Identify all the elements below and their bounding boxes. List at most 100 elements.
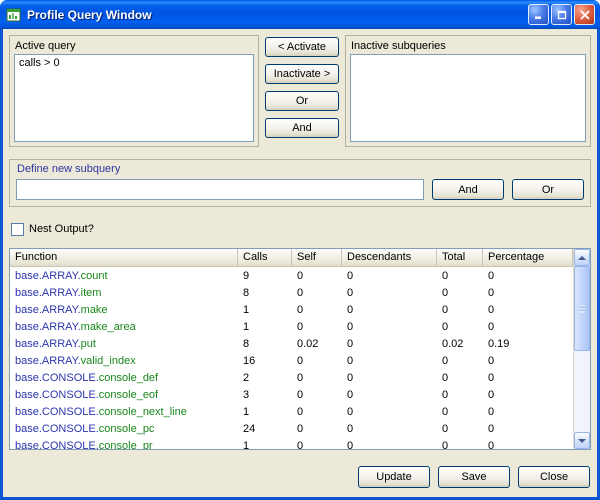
function-cluster: base. bbox=[15, 338, 42, 350]
footer-buttons: Update Save Close bbox=[9, 466, 591, 488]
table-row[interactable]: base.CONSOLE.console_next_line10000 bbox=[10, 403, 573, 420]
cell-calls: 1 bbox=[238, 406, 292, 418]
active-query-list[interactable]: calls > 0 bbox=[14, 54, 254, 142]
maximize-button[interactable] bbox=[551, 4, 572, 25]
subquery-or-button[interactable]: Or bbox=[512, 179, 584, 200]
table-row[interactable]: base.ARRAY.valid_index160000 bbox=[10, 352, 573, 369]
function-class: CONSOLE. bbox=[42, 440, 99, 450]
function-cluster: base. bbox=[15, 423, 42, 435]
update-button[interactable]: Update bbox=[358, 466, 430, 488]
active-query-label: Active query bbox=[14, 39, 254, 54]
cell-calls: 24 bbox=[238, 423, 292, 435]
activate-button[interactable]: < Activate bbox=[265, 37, 339, 57]
cell-self: 0 bbox=[292, 287, 342, 299]
table-row[interactable]: base.ARRAY.item80000 bbox=[10, 284, 573, 301]
close-button[interactable] bbox=[574, 4, 595, 25]
cell-total: 0 bbox=[437, 423, 483, 435]
cell-percentage: 0 bbox=[483, 406, 573, 418]
cell-calls: 16 bbox=[238, 355, 292, 367]
function-feature: console_next_line bbox=[99, 406, 187, 418]
table-row[interactable]: base.CONSOLE.console_eof30000 bbox=[10, 386, 573, 403]
cell-total: 0.02 bbox=[437, 338, 483, 350]
cell-total: 0 bbox=[437, 321, 483, 333]
cell-total: 0 bbox=[437, 372, 483, 384]
function-cluster: base. bbox=[15, 321, 42, 333]
cell-calls: 2 bbox=[238, 372, 292, 384]
cell-descendants: 0 bbox=[342, 321, 437, 333]
define-subquery-row: And Or bbox=[16, 179, 584, 200]
cell-descendants: 0 bbox=[342, 355, 437, 367]
scroll-down-button[interactable] bbox=[574, 432, 590, 449]
subquery-and-button[interactable]: And bbox=[432, 179, 504, 200]
subquery-input[interactable] bbox=[16, 179, 424, 200]
profile-query-window: Profile Query Window Active query bbox=[0, 0, 600, 500]
table-columns-area: FunctionCallsSelfDescendantsTotalPercent… bbox=[10, 249, 573, 449]
function-class: CONSOLE. bbox=[42, 389, 99, 401]
transfer-buttons: < Activate Inactivate > Or And bbox=[259, 35, 345, 147]
inactive-subqueries-list[interactable] bbox=[350, 54, 586, 142]
header-cell-total[interactable]: Total bbox=[437, 249, 483, 267]
results-table: FunctionCallsSelfDescendantsTotalPercent… bbox=[9, 248, 591, 450]
scroll-up-button[interactable] bbox=[574, 249, 590, 266]
function-cluster: base. bbox=[15, 355, 42, 367]
minimize-button[interactable] bbox=[528, 4, 549, 25]
cell-function: base.CONSOLE.console_pr bbox=[10, 440, 238, 450]
table-row[interactable]: base.ARRAY.make_area10000 bbox=[10, 318, 573, 335]
function-cluster: base. bbox=[15, 406, 42, 418]
function-class: ARRAY. bbox=[42, 270, 81, 282]
client-area: Active query calls > 0 < Activate Inacti… bbox=[3, 29, 597, 497]
table-row[interactable]: base.CONSOLE.console_pr10000 bbox=[10, 437, 573, 449]
arrow-down-icon bbox=[578, 439, 586, 443]
function-feature: item bbox=[81, 287, 102, 299]
function-class: CONSOLE. bbox=[42, 423, 99, 435]
or-button[interactable]: Or bbox=[265, 91, 339, 111]
function-cluster: base. bbox=[15, 440, 42, 450]
cell-percentage: 0 bbox=[483, 321, 573, 333]
titlebar[interactable]: Profile Query Window bbox=[0, 0, 600, 29]
active-query-group: Active query calls > 0 bbox=[9, 35, 259, 147]
cell-percentage: 0 bbox=[483, 304, 573, 316]
function-cluster: base. bbox=[15, 270, 42, 282]
function-class: CONSOLE. bbox=[42, 372, 99, 384]
close-dialog-button[interactable]: Close bbox=[518, 466, 590, 488]
table-row[interactable]: base.CONSOLE.console_pc240000 bbox=[10, 420, 573, 437]
header-cell-self[interactable]: Self bbox=[292, 249, 342, 267]
function-feature: put bbox=[81, 338, 96, 350]
scroll-thumb[interactable] bbox=[574, 266, 590, 351]
function-cluster: base. bbox=[15, 389, 42, 401]
table-row[interactable]: base.ARRAY.make10000 bbox=[10, 301, 573, 318]
header-cell-calls[interactable]: Calls bbox=[238, 249, 292, 267]
header-cell-percentage[interactable]: Percentage bbox=[483, 249, 573, 267]
query-item[interactable]: calls > 0 bbox=[19, 57, 249, 71]
function-feature: count bbox=[81, 270, 108, 282]
cell-descendants: 0 bbox=[342, 304, 437, 316]
cell-percentage: 0 bbox=[483, 287, 573, 299]
cell-self: 0 bbox=[292, 304, 342, 316]
table-row[interactable]: base.CONSOLE.console_def20000 bbox=[10, 369, 573, 386]
save-button[interactable]: Save bbox=[438, 466, 510, 488]
function-feature: console_pc bbox=[99, 423, 155, 435]
cell-function: base.CONSOLE.console_eof bbox=[10, 389, 238, 401]
header-cell-function[interactable]: Function bbox=[10, 249, 238, 267]
inactive-subqueries-label: Inactive subqueries bbox=[350, 39, 586, 54]
cell-calls: 8 bbox=[238, 287, 292, 299]
cell-self: 0 bbox=[292, 321, 342, 333]
titlebar-buttons bbox=[528, 4, 595, 25]
function-feature: console_def bbox=[99, 372, 158, 384]
header-cell-descendants[interactable]: Descendants bbox=[342, 249, 437, 267]
vertical-scrollbar[interactable] bbox=[573, 249, 590, 449]
define-subquery-label: Define new subquery bbox=[16, 162, 584, 177]
cell-self: 0 bbox=[292, 372, 342, 384]
cell-descendants: 0 bbox=[342, 372, 437, 384]
cell-self: 0 bbox=[292, 389, 342, 401]
table-row[interactable]: base.ARRAY.count90000 bbox=[10, 267, 573, 284]
nest-output-checkbox[interactable] bbox=[11, 223, 24, 236]
table-row[interactable]: base.ARRAY.put80.0200.020.19 bbox=[10, 335, 573, 352]
and-button[interactable]: And bbox=[265, 118, 339, 138]
scroll-track[interactable] bbox=[574, 266, 590, 432]
cell-calls: 3 bbox=[238, 389, 292, 401]
function-class: ARRAY. bbox=[42, 287, 81, 299]
cell-self: 0 bbox=[292, 440, 342, 450]
cell-function: base.ARRAY.put bbox=[10, 338, 238, 350]
inactivate-button[interactable]: Inactivate > bbox=[265, 64, 339, 84]
